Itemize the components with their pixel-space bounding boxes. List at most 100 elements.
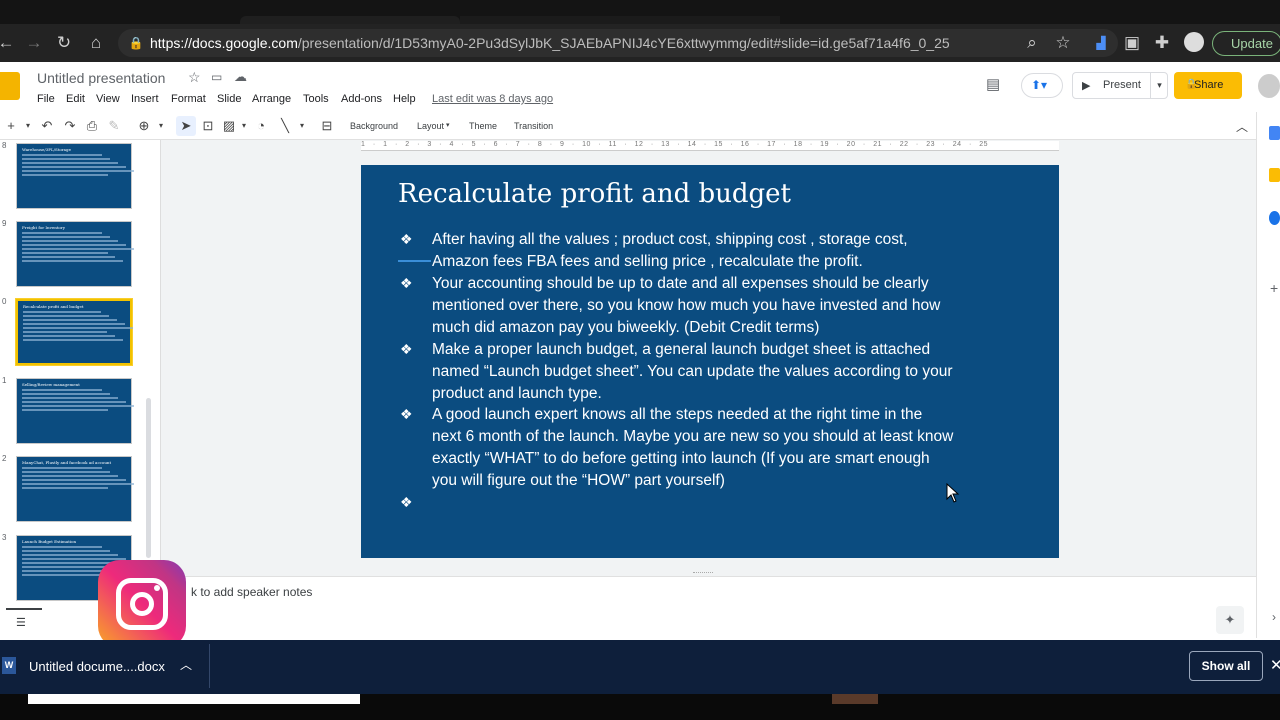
add-addon-icon[interactable]: + [1270,280,1278,296]
back-icon[interactable]: ← [0,33,16,53]
notes-resize-handle[interactable] [693,572,713,575]
slide-bullet-text[interactable]: After having all the values ; product co… [432,229,1032,273]
menu-view[interactable]: View [96,93,120,105]
thumbnail-text-line [22,483,134,485]
slide-thumbnail[interactable]: ManyChat, Plustly and facebook ad accoun… [16,456,134,522]
zoom-chevron-icon[interactable]: ▾ [153,121,169,130]
thumbnail-text-line [22,393,110,395]
grid-view-icon[interactable]: ☰ [16,616,26,629]
background-button[interactable]: Background [350,121,398,131]
star-icon[interactable]: ☆ [1053,33,1073,53]
thumbnail-text-line [22,154,102,156]
download-item-name[interactable]: Untitled docume....docx [29,659,165,674]
menu-arrange[interactable]: Arrange [252,93,291,105]
slide-thumbnail[interactable]: Selling/Review management [16,378,134,444]
line-icon[interactable]: ╲ [277,118,293,134]
image-chevron-icon[interactable]: ▾ [236,121,252,130]
thumbnail-title: Launch Budget Estimation [22,539,77,544]
paint-format-icon[interactable]: ✎ [106,118,122,134]
filmstrip-scrollbar[interactable] [146,398,151,558]
thumbnail-number: 2 [2,454,7,463]
tasks-icon[interactable] [1269,211,1280,225]
url-text[interactable]: https://docs.google.com/presentation/d/1… [150,35,950,51]
instagram-logo-overlay [98,560,186,648]
thumbnail-text-line [23,339,123,341]
collapse-toolbar-icon[interactable]: ︿ [1234,118,1250,135]
redo-icon[interactable]: ↷ [62,118,78,134]
last-edit-link[interactable]: Last edit was 8 days ago [432,93,553,105]
thumbnail-text-line [22,244,126,246]
thumbnail-text-line [22,232,102,234]
slide-bullet-text[interactable]: A good launch expert knows all the steps… [432,404,1032,492]
puzzle-icon[interactable]: ✚ [1152,33,1172,53]
image-icon[interactable]: ▨ [221,118,237,134]
slides-logo[interactable] [0,72,20,100]
browser-tab[interactable] [240,16,460,24]
meet-button[interactable]: ⬆▾ [1021,73,1063,98]
extension-box-icon[interactable]: ▣ [1122,33,1142,53]
calendar-icon[interactable] [1269,126,1280,140]
download-options-chevron-icon[interactable]: ︿ [180,656,192,673]
folder-move-icon[interactable]: ▭ [211,70,222,84]
profile-avatar[interactable] [1184,32,1204,52]
text-box-icon[interactable]: ⊡ [200,118,216,134]
lock-icon[interactable]: 🔒 [126,33,146,53]
slide-thumbnail[interactable]: Warehouse/3PL/Storage [16,143,134,209]
speaker-notes-placeholder[interactable]: k to add speaker notes [191,585,312,599]
browser-tab-inactive[interactable] [460,16,780,24]
close-download-bar-icon[interactable]: ✕ [1270,656,1280,674]
search-icon[interactable]: ⌕ [1022,33,1042,53]
menu-tools[interactable]: Tools [303,93,329,105]
layout-button[interactable]: Layout [417,121,444,131]
menu-format[interactable]: Format [171,93,206,105]
print-icon[interactable]: ⎙ [84,118,100,134]
taskbar-search-box[interactable] [28,694,360,704]
thumbnail-text-line [22,166,126,168]
zoom-icon[interactable]: ⊕ [136,118,152,134]
thumbnail-number: 1 [2,376,7,385]
speaker-notes[interactable] [152,576,1256,638]
menu-addons[interactable]: Add-ons [341,93,382,105]
forward-icon[interactable]: → [24,33,44,53]
line-chevron-icon[interactable]: ▾ [294,121,310,130]
expand-panel-icon[interactable]: › [1272,610,1276,624]
keep-icon[interactable] [1269,168,1280,182]
show-all-button[interactable]: Show all [1189,651,1263,681]
menu-edit[interactable]: Edit [66,93,85,105]
menu-insert[interactable]: Insert [131,93,159,105]
slide-bullet-text[interactable]: Your accounting should be up to date and… [432,273,1032,339]
thumbnail-text-line [22,260,124,262]
document-title[interactable]: Untitled presentation [37,70,165,86]
new-slide-chevron-icon[interactable]: ▾ [20,121,36,130]
cloud-status-icon[interactable]: ☁ [234,69,247,85]
update-button[interactable]: Update [1212,31,1280,56]
home-icon[interactable]: ⌂ [86,33,106,53]
extension-signal-icon[interactable]: ▟ [1091,33,1111,53]
theme-button[interactable]: Theme [469,121,497,131]
thumbnail-text-line [22,467,102,469]
slide-bullet-text[interactable]: Make a proper launch budget, a general l… [432,339,1032,405]
undo-icon[interactable]: ↶ [39,118,55,134]
thumbnail-text-line [22,558,126,560]
menu-file[interactable]: File [37,93,55,105]
slide-thumbnail[interactable]: Recalculate profit and budget [15,298,133,366]
layout-chevron-icon[interactable]: ▾ [446,121,450,129]
slide-title[interactable]: Recalculate profit and budget [398,179,791,209]
shape-icon[interactable]: ◔ [253,118,269,133]
account-avatar[interactable] [1258,74,1280,98]
new-slide-icon[interactable]: + [3,118,19,133]
present-dropdown-chevron-icon[interactable]: ▾ [1150,72,1168,99]
comment-icon[interactable]: ⊟ [319,118,335,134]
slide-thumbnail[interactable]: Freight for Inventory [16,221,134,287]
taskbar-app-icon[interactable] [832,694,878,704]
star-icon[interactable]: ☆ [188,69,201,86]
explore-icon[interactable]: ✦ [1216,606,1244,634]
select-cursor-icon[interactable]: ➤ [178,118,194,134]
thumbnail-text-line [23,327,133,329]
transition-button[interactable]: Transition [514,121,553,131]
thumbnail-text-line [23,323,125,325]
reload-icon[interactable]: ↻ [54,33,74,53]
menu-help[interactable]: Help [393,93,416,105]
comment-history-icon[interactable]: ▤ [986,75,1000,93]
menu-slide[interactable]: Slide [217,93,241,105]
